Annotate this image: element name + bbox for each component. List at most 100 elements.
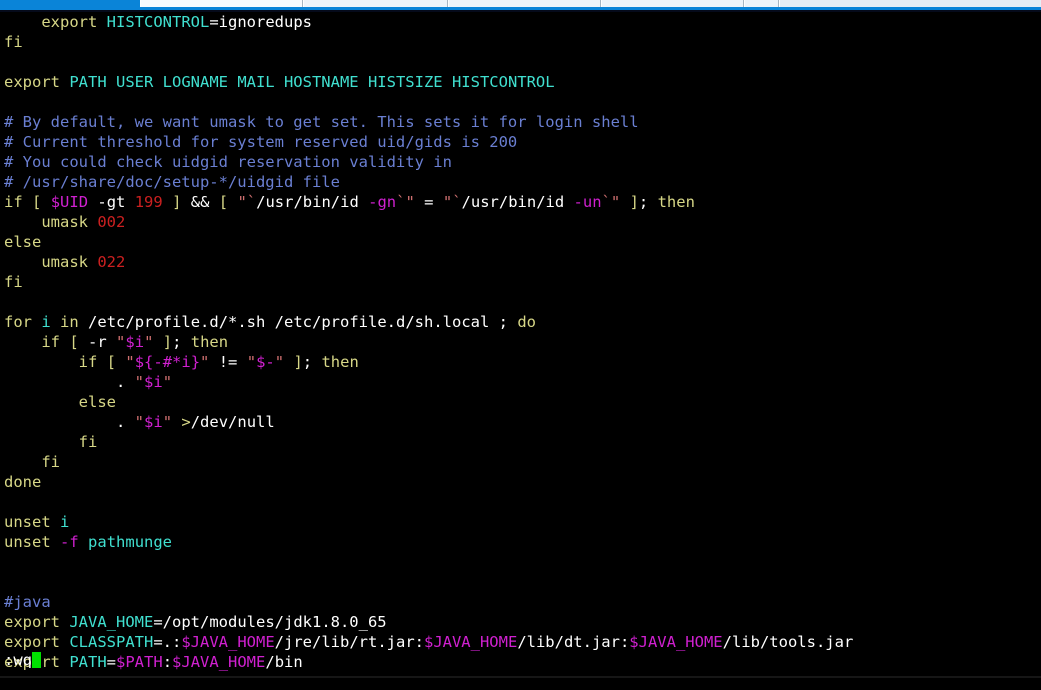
code-line: # You could check uidgid reservation val… [4,152,1041,172]
code-token: in [60,313,79,331]
code-token: umask [41,253,88,271]
code-token: = [424,193,434,211]
code-token: [ [69,333,79,351]
code-token: $- [256,353,275,371]
browser-tab-2[interactable] [303,0,448,7]
browser-tab-4[interactable] [601,0,744,7]
code-token: ; [302,353,322,371]
browser-tab-3[interactable] [448,0,601,7]
code-line: done [4,472,1041,492]
code-line: if [ -r "$i" ]; then [4,332,1041,352]
code-line: for i in /etc/profile.d/*.sh /etc/profil… [4,312,1041,332]
code-line: else [4,392,1041,412]
code-line: fi [4,32,1041,52]
code-token: export [41,13,98,31]
code-token: = [106,653,117,671]
code-token: ` [601,193,611,211]
code-token: fi [41,453,60,471]
code-token: # /usr/share/doc/setup-*/uidgid file [4,173,340,191]
code-token: " [200,353,210,371]
code-token: ] [172,193,182,211]
code-line: if [ "${-#*i}" != "$-" ]; then [4,352,1041,372]
code-token: > [181,413,191,431]
code-token: unset [4,533,51,551]
code-token: fi [78,433,98,451]
code-token: JAVA_HOME [69,613,154,631]
code-token: /lib/tools.jar [722,633,854,651]
code-token: /dev/null [190,413,275,431]
code-token: CLASSPATH [69,633,154,651]
code-token: " [134,413,145,431]
code-token: -r [88,333,107,351]
code-token: /usr/bin/id [461,193,565,211]
browser-tab-1[interactable] [140,0,303,7]
code-token: /etc/profile.d/*.sh /etc/profile.d/sh.lo… [88,313,499,331]
code-line: export JAVA_HOME=/opt/modules/jdk1.8.0_6… [4,612,1041,632]
code-token: /lib/dt.jar: [517,633,630,651]
vim-command-text: :wq [4,651,32,669]
browser-tab-5[interactable] [744,0,779,7]
code-token: 002 [97,213,126,231]
tab-strip-empty-area[interactable] [779,0,1041,7]
code-token: 199 [134,193,163,211]
browser-tab-strip[interactable] [0,0,1041,12]
code-token: then [321,353,359,371]
code-line: . "$i" >/dev/null [4,412,1041,432]
code-token: # Current threshold for system reserved … [4,133,518,151]
code-token: ${-#*i} [134,353,201,371]
code-token: [ [32,193,42,211]
code-token: ; [172,333,191,351]
code-token: $i [125,333,145,351]
code-token: : [162,653,173,671]
code-token: else [4,233,42,251]
vim-command-line[interactable]: :wq [4,650,41,670]
code-token: ] [629,193,639,211]
terminal-bottom-rule [0,676,1041,678]
terminal-window[interactable]: export HISTCONTROL=ignoredups fi export P… [0,12,1041,678]
code-token: " [134,373,145,391]
code-token: $JAVA_HOME [423,633,518,651]
vim-text-buffer[interactable]: export HISTCONTROL=ignoredups fi export P… [0,12,1041,672]
code-token: i [60,513,70,531]
code-token: PATH USER LOGNAME MAIL HOSTNAME HISTSIZE… [69,73,555,91]
code-token: " [237,193,247,211]
code-token: done [4,473,42,491]
code-token: . [115,373,126,391]
code-token: export [4,633,60,651]
code-token: /bin [265,653,303,671]
code-token: then [657,193,695,211]
code-token: =.: [153,633,182,651]
code-token: " [405,193,415,211]
code-line: umask 002 [4,212,1041,232]
code-line: export CLASSPATH=.:$JAVA_HOME/jre/lib/rt… [4,632,1041,652]
code-token: for [4,313,32,331]
code-token: /usr/bin/id [256,193,359,211]
code-token: " [274,353,285,371]
code-line: fi [4,432,1041,452]
